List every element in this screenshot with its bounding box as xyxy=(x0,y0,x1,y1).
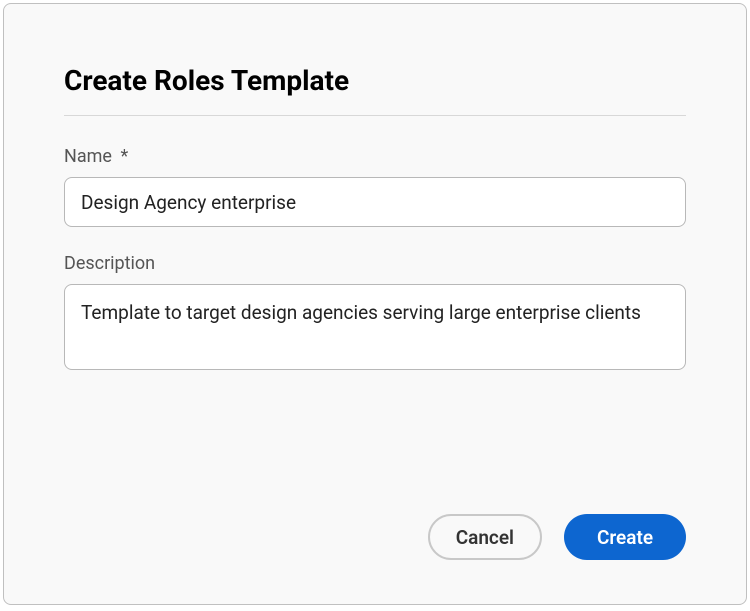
name-label-text: Name xyxy=(64,146,112,167)
create-button[interactable]: Create xyxy=(564,514,686,560)
description-field-group: Description xyxy=(64,253,686,374)
create-roles-template-dialog: Create Roles Template Name * Description… xyxy=(3,3,747,605)
cancel-button[interactable]: Cancel xyxy=(428,514,542,560)
description-label: Description xyxy=(64,253,686,274)
name-field-group: Name * xyxy=(64,146,686,227)
name-input[interactable] xyxy=(64,177,686,227)
button-row: Cancel Create xyxy=(428,514,686,560)
required-mark: * xyxy=(120,146,128,167)
description-input[interactable] xyxy=(64,284,686,370)
name-label: Name * xyxy=(64,146,686,167)
divider xyxy=(64,115,686,116)
dialog-title: Create Roles Template xyxy=(64,64,686,97)
